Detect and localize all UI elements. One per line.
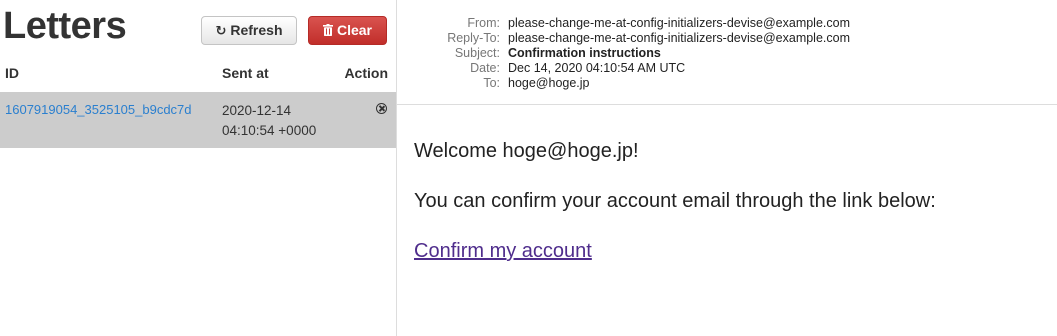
clear-button-label: Clear <box>336 22 373 38</box>
page-title: Letters <box>3 5 127 47</box>
header-to-row: To: hoge@hoge.jp <box>397 76 1057 91</box>
welcome-text: Welcome hoge@hoge.jp! <box>414 140 639 162</box>
email-headers: From: please-change-me-at-config-initial… <box>397 16 1057 91</box>
header-reply-to-row: Reply-To: please-change-me-at-config-ini… <box>397 31 1057 46</box>
refresh-icon: ↻ <box>215 23 227 38</box>
header-from-label: From: <box>467 16 500 30</box>
header-to-value: hoge@hoge.jp <box>508 76 590 90</box>
column-header-action: Action <box>344 65 388 81</box>
email-preview: From: please-change-me-at-config-initial… <box>397 0 1057 336</box>
header-to-label: To: <box>483 76 500 90</box>
column-header-sent-at: Sent at <box>222 65 269 81</box>
clear-button[interactable]: Clear <box>308 16 387 45</box>
column-header-id: ID <box>5 65 19 81</box>
letter-sent-date: 2020-12-14 <box>222 103 292 118</box>
header-date-value: Dec 14, 2020 04:10:54 AM UTC <box>508 61 686 75</box>
header-subject-row: Subject: Confirmation instructions <box>397 46 1057 61</box>
header-date-label: Date: <box>470 61 500 75</box>
letter-sent-at: 2020-12-14 04:10:54 +0000 <box>222 101 342 141</box>
remove-circle-icon[interactable] <box>376 103 387 114</box>
instructions-text: You can confirm your account email throu… <box>414 190 936 212</box>
letters-sidebar: Letters ↻ Refresh Clear ID Sent at Actio… <box>0 0 397 336</box>
header-from-row: From: please-change-me-at-config-initial… <box>397 16 1057 31</box>
header-date-row: Date: Dec 14, 2020 04:10:54 AM UTC <box>397 61 1057 76</box>
trash-icon <box>322 17 333 44</box>
letters-table-header: ID Sent at Action <box>0 64 397 84</box>
letter-opener-app: Letters ↻ Refresh Clear ID Sent at Actio… <box>0 0 1057 336</box>
table-row[interactable]: 1607919054_3525105_b9cdc7d 2020-12-14 04… <box>0 92 396 148</box>
refresh-button-label: Refresh <box>230 22 283 38</box>
letter-id-link[interactable]: 1607919054_3525105_b9cdc7d <box>5 102 192 117</box>
header-subject-value: Confirmation instructions <box>508 46 661 60</box>
header-reply-to-label: Reply-To: <box>447 31 500 45</box>
header-reply-to-value: please-change-me-at-config-initializers-… <box>508 31 850 45</box>
email-body: Welcome hoge@hoge.jp! You can confirm yo… <box>414 139 1044 289</box>
refresh-button[interactable]: ↻ Refresh <box>201 16 297 45</box>
header-subject-label: Subject: <box>454 46 500 60</box>
headers-divider <box>397 104 1057 105</box>
header-from-value: please-change-me-at-config-initializers-… <box>508 16 850 30</box>
confirm-account-link[interactable]: Confirm my account <box>414 240 592 262</box>
sidebar-header: Letters ↻ Refresh Clear <box>0 0 397 56</box>
letter-sent-time: 04:10:54 +0000 <box>222 123 317 138</box>
